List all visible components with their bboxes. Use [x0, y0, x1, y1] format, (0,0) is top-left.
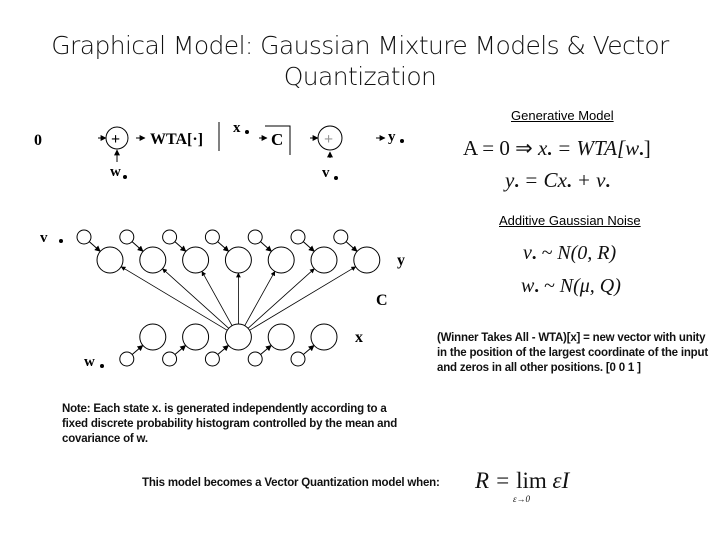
hidden-node-x: [310, 323, 338, 351]
edge-w-to-x: [131, 345, 144, 355]
noise-node-v: [76, 229, 92, 245]
slide-title-line-1: Graphical Model: Gaussian Mixture Models…: [51, 31, 669, 60]
x-state-dot: [245, 130, 249, 134]
slide-title-line-2: Quantization: [283, 62, 437, 91]
edge-v-to-y: [131, 241, 144, 252]
edge-x-to-y: [249, 266, 357, 331]
network-diagram: v y C x w: [40, 229, 405, 370]
edge-w-to-x: [174, 345, 187, 355]
noise-eq-2: w• ~ N(μ, Q): [521, 275, 621, 298]
eq1-implies: ⇒: [515, 136, 533, 160]
edge-v-to-y: [174, 241, 187, 252]
noise-node-v: [162, 229, 178, 245]
edge-w-to-x: [217, 345, 229, 355]
hidden-node-x-active: [224, 323, 252, 351]
vq-formula-lhs: R =: [475, 468, 511, 493]
x-state-label: x: [233, 120, 241, 136]
block-diagram: 0 + w WTA[·] x C + v y: [34, 120, 404, 181]
network-c-label: C: [376, 292, 388, 309]
eq1-close: ]: [643, 136, 651, 160]
vq-limit-subscript: ε→0: [513, 494, 531, 504]
output-node-y: [139, 246, 167, 274]
vq-condition-text: This model becomes a Vector Quantization…: [142, 477, 440, 489]
edge-v-to-y: [260, 241, 272, 252]
noise-heading: Additive Gaussian Noise: [499, 213, 641, 228]
noise-node-w: [119, 351, 135, 367]
noise-eq2-rhs: ~ N(μ, Q): [543, 275, 621, 297]
network-v-dot: [59, 239, 63, 243]
edge-v-to-y: [217, 241, 230, 252]
vq-condition-formula: R = lim εI: [475, 468, 569, 494]
edge-x-to-y: [162, 268, 230, 329]
output-node-y: [310, 246, 338, 274]
noise-node-w: [162, 351, 178, 367]
y-output-dot: [400, 139, 404, 143]
noise-node-w: [247, 351, 263, 367]
generative-eq-2: y• = Cx• + v•: [505, 168, 611, 193]
eq2-mid: = Cx: [524, 168, 567, 192]
state-generation-note: Note: Each state x. is generated indepen…: [62, 403, 398, 445]
generative-model-heading: Generative Model: [511, 108, 614, 123]
v-noise-label: v: [322, 165, 330, 181]
wta-block-label: WTA[·]: [150, 131, 203, 148]
output-node-y: [96, 246, 124, 274]
vq-formula-tail: εI: [552, 468, 570, 493]
edge-v-to-y: [345, 241, 358, 252]
eq2-plus: + v: [576, 168, 606, 192]
c-matrix-label: C: [271, 130, 283, 149]
network-x-label: x: [355, 329, 363, 346]
noise-eq2-var: w: [521, 275, 535, 297]
network-w-dot: [100, 364, 104, 368]
noise-eq1-rhs: ~ N(0, R): [541, 242, 617, 264]
noise-eq-1: v• ~ N(0, R): [523, 242, 617, 265]
v-noise-dot: [334, 176, 338, 180]
eq1-lhs: A = 0: [463, 136, 510, 160]
edge-w-to-x: [260, 345, 272, 355]
w-noise-label: w: [110, 164, 121, 180]
slide-title: Graphical Model: Gaussian Mixture Models…: [0, 30, 720, 92]
noise-node-v: [333, 229, 349, 245]
noise-node-v: [290, 229, 306, 245]
sum-node-2-plus: +: [324, 131, 333, 148]
eq2-lhs: y: [505, 168, 515, 192]
noise-node-v: [119, 229, 135, 245]
edge-v-to-y: [88, 241, 101, 252]
vq-formula-lim: lim: [516, 468, 547, 493]
hidden-node-x: [267, 323, 295, 351]
output-node-y: [353, 246, 381, 274]
network-v-label: v: [40, 230, 48, 246]
noise-node-w: [204, 351, 220, 367]
input-zero-label: 0: [34, 132, 42, 149]
eq1-rhs: = WTA[w: [557, 136, 640, 160]
y-output-label: y: [388, 129, 396, 145]
noise-node-w: [290, 351, 306, 367]
w-noise-dot: [123, 175, 127, 179]
edge-w-to-x: [303, 345, 315, 355]
generative-eq-1: A = 0 ⇒ x• = WTA[w•]: [463, 136, 651, 161]
noise-node-v: [247, 229, 263, 245]
output-node-y: [267, 246, 295, 274]
hidden-node-x: [182, 323, 210, 351]
network-y-label: y: [397, 252, 405, 269]
noise-eq1-var: v: [523, 242, 532, 264]
edge-v-to-y: [302, 241, 315, 252]
wta-definition-note: (Winner Takes All - WTA)[x] = new vector…: [437, 332, 708, 374]
eq1-var: x: [537, 136, 548, 160]
edge-x-to-y: [120, 266, 228, 331]
output-node-y: [224, 246, 252, 274]
hidden-node-x: [139, 323, 167, 351]
sum-node-1-plus: +: [111, 131, 120, 148]
output-node-y: [182, 246, 210, 274]
noise-node-v: [204, 229, 220, 245]
network-w-label: w: [84, 354, 95, 370]
edge-x-to-y: [247, 268, 315, 329]
